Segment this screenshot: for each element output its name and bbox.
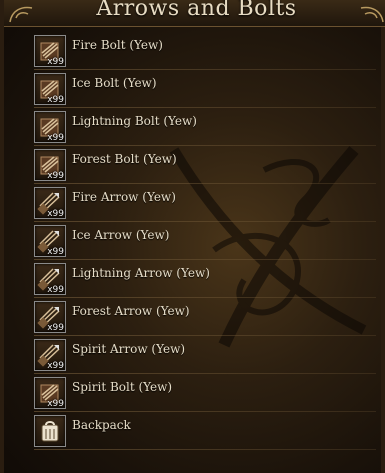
item-label: Forest Bolt (Yew) [72, 152, 177, 166]
item-label: Ice Arrow (Yew) [72, 228, 170, 242]
item-label: Fire Arrow (Yew) [72, 190, 176, 204]
row-divider [34, 69, 376, 70]
inventory-item[interactable]: x99 Ice Arrow (Yew) [34, 224, 384, 262]
inventory-item[interactable]: Backpack [34, 414, 384, 452]
inventory-item[interactable]: x99 Forest Bolt (Yew) [34, 148, 384, 186]
item-label: Forest Arrow (Yew) [72, 304, 190, 318]
item-label: Ice Bolt (Yew) [72, 76, 157, 90]
panel-title: Arrows and Bolts [96, 0, 297, 21]
inventory-panel: Arrows and Bolts x99 Fire Bolt (Yew) x99 Ic… [0, 0, 385, 473]
row-divider [34, 449, 376, 450]
item-count: x99 [47, 95, 64, 105]
row-divider [34, 221, 376, 222]
item-count: x99 [47, 57, 64, 67]
item-count: x99 [47, 361, 64, 371]
item-label: Spirit Arrow (Yew) [72, 342, 186, 356]
item-label: Lightning Arrow (Yew) [72, 266, 210, 280]
item-label: Lightning Bolt (Yew) [72, 114, 197, 128]
arrow-bundle-icon[interactable]: x99 [34, 187, 66, 219]
item-count: x99 [47, 171, 64, 181]
panel-header: Arrows and Bolts [4, 0, 385, 27]
arrow-bundle-icon[interactable]: x99 [34, 301, 66, 333]
row-divider [34, 145, 376, 146]
arrow-bundle-icon[interactable]: x99 [34, 263, 66, 295]
arrow-bundle-icon[interactable]: x99 [34, 339, 66, 371]
inventory-item[interactable]: x99 Spirit Arrow (Yew) [34, 338, 384, 376]
ornament-right-icon [360, 6, 384, 23]
row-divider [34, 335, 376, 336]
row-divider [34, 297, 376, 298]
bolt-quiver-icon[interactable]: x99 [34, 149, 66, 181]
inventory-item[interactable]: x99 Spirit Bolt (Yew) [34, 376, 384, 414]
inventory-item[interactable]: x99 Fire Bolt (Yew) [34, 34, 384, 72]
backpack-icon[interactable] [34, 415, 66, 447]
bolt-quiver-icon[interactable]: x99 [34, 35, 66, 67]
item-label: Backpack [72, 418, 131, 432]
row-divider [34, 183, 376, 184]
inventory-item[interactable]: x99 Forest Arrow (Yew) [34, 300, 384, 338]
row-divider [34, 411, 376, 412]
bolt-quiver-icon[interactable]: x99 [34, 377, 66, 409]
item-label: Fire Bolt (Yew) [72, 38, 163, 52]
inventory-item[interactable]: x99 Lightning Arrow (Yew) [34, 262, 384, 300]
row-divider [34, 107, 376, 108]
item-count: x99 [47, 209, 64, 219]
item-count: x99 [47, 399, 64, 409]
inventory-item[interactable]: x99 Ice Bolt (Yew) [34, 72, 384, 110]
bolt-quiver-icon[interactable]: x99 [34, 73, 66, 105]
item-label: Spirit Bolt (Yew) [72, 380, 173, 394]
item-count: x99 [47, 323, 64, 333]
arrow-bundle-icon[interactable]: x99 [34, 225, 66, 257]
item-count: x99 [47, 133, 64, 143]
row-divider [34, 259, 376, 260]
row-divider [34, 373, 376, 374]
inventory-item[interactable]: x99 Fire Arrow (Yew) [34, 186, 384, 224]
item-list: x99 Fire Bolt (Yew) x99 Ice Bolt (Yew) x99 Li… [34, 34, 384, 452]
bolt-quiver-icon[interactable]: x99 [34, 111, 66, 143]
item-count: x99 [47, 247, 64, 257]
inventory-item[interactable]: x99 Lightning Bolt (Yew) [34, 110, 384, 148]
item-count: x99 [47, 285, 64, 295]
